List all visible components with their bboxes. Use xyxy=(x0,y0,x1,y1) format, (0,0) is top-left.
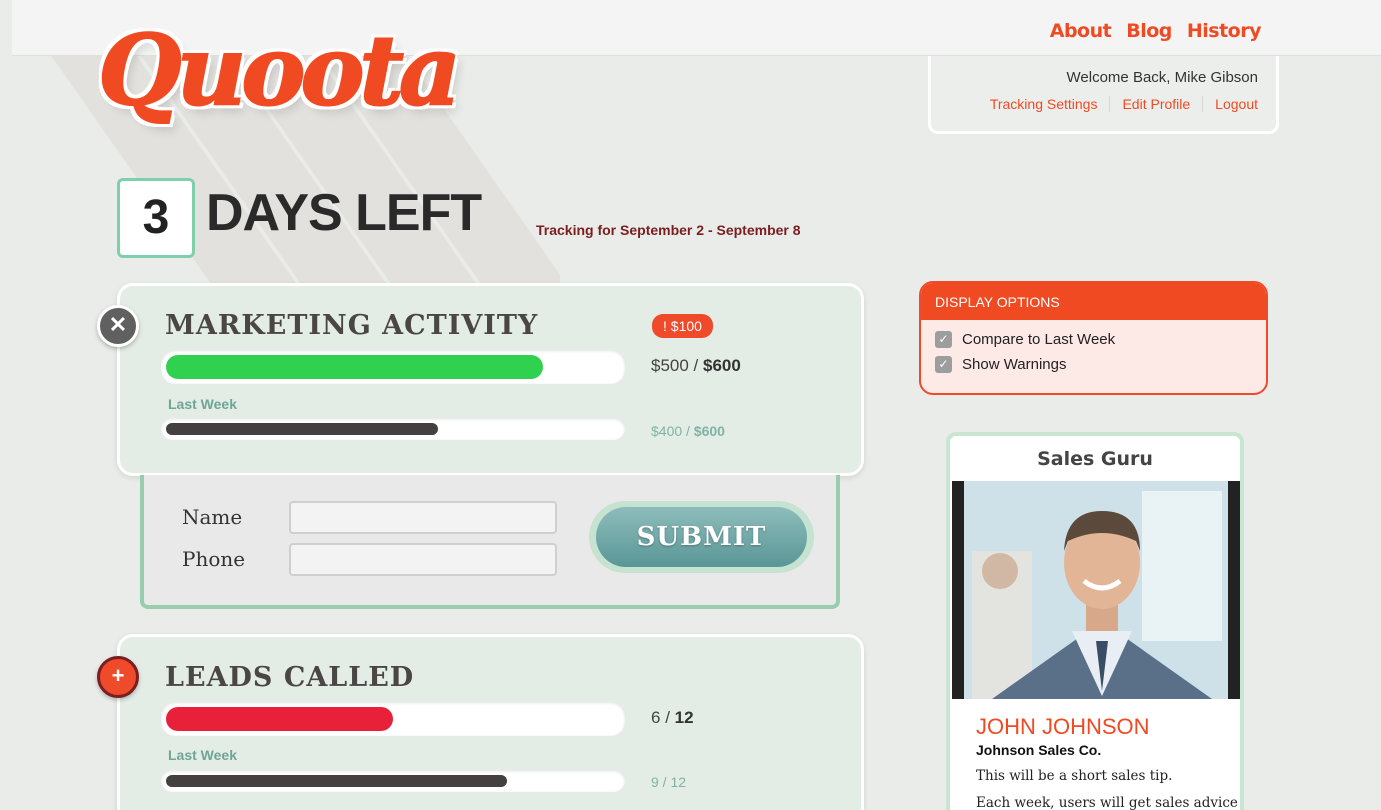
phone-label: Phone xyxy=(182,547,246,571)
logo-text: Quoota xyxy=(97,13,462,128)
progress-value: $500 / $600 xyxy=(651,356,741,375)
close-icon[interactable]: ✕ xyxy=(97,305,139,347)
logout-link[interactable]: Logout xyxy=(1202,96,1258,112)
logo[interactable]: Quoota xyxy=(97,6,478,151)
last-week-fill xyxy=(166,423,439,435)
last-goal-value: $600 xyxy=(693,423,725,439)
goal-value: $600 xyxy=(703,356,741,375)
submit-button[interactable]: SUBMIT xyxy=(596,507,807,567)
metric-card-marketing: MARKETING ACTIVITY ! $100 $500 / $600 La… xyxy=(117,283,864,476)
current-value: $500 xyxy=(651,356,689,375)
last-week-value: 9 / 12 xyxy=(651,774,687,790)
metric-title: LEADS CALLED xyxy=(165,662,415,693)
display-options-panel: DISPLAY OPTIONS ✓ Compare to Last Week ✓… xyxy=(919,281,1268,395)
user-links: Tracking Settings Edit Profile Logout xyxy=(978,96,1258,112)
tracking-range: Tracking for September 2 - September 8 xyxy=(536,222,801,238)
plus-icon[interactable]: + xyxy=(97,656,139,698)
progress-track xyxy=(161,350,625,384)
sales-guru-title: Sales Guru xyxy=(1037,448,1153,470)
progress-fill xyxy=(166,355,543,379)
nav-blog[interactable]: Blog xyxy=(1126,20,1172,42)
last-current-value: $400 xyxy=(651,423,683,439)
guru-company: Johnson Sales Co. xyxy=(976,742,1102,758)
lead-form: Name Phone SUBMIT xyxy=(140,475,840,609)
name-label: Name xyxy=(182,505,243,529)
days-left-label: DAYS LEFT xyxy=(206,184,482,242)
guru-name: JOHN JOHNSON xyxy=(976,714,1150,739)
display-options-title: DISPLAY OPTIONS xyxy=(921,283,1266,320)
guru-tip-line-2: Each week, users will get sales advice xyxy=(976,795,1238,810)
last-week-value: $400 / $600 xyxy=(651,423,725,439)
progress-value: 6 / 12 xyxy=(651,708,694,727)
checkbox-icon[interactable]: ✓ xyxy=(935,356,952,373)
last-goal-value: 12 xyxy=(670,774,687,790)
submit-wrap: SUBMIT xyxy=(589,501,814,573)
tracking-settings-link[interactable]: Tracking Settings xyxy=(978,96,1110,112)
guru-tip-line-1: This will be a short sales tip. xyxy=(976,768,1173,784)
last-week-label: Last Week xyxy=(168,396,237,412)
edit-profile-link[interactable]: Edit Profile xyxy=(1109,96,1202,112)
last-week-label: Last Week xyxy=(168,747,237,763)
guru-portrait-image xyxy=(952,481,1240,699)
current-value: 6 xyxy=(651,708,661,727)
main-nav: About Blog History xyxy=(1050,20,1262,42)
option-show-warnings[interactable]: ✓ Show Warnings xyxy=(935,356,1067,373)
metric-card-leads: LEADS CALLED 6 / 12 Last Week 9 / 12 xyxy=(117,634,864,810)
option-label: Show Warnings xyxy=(962,356,1067,373)
option-compare-last-week[interactable]: ✓ Compare to Last Week xyxy=(935,331,1115,348)
name-input[interactable] xyxy=(289,501,557,534)
last-week-track xyxy=(161,770,625,792)
last-week-fill xyxy=(166,775,507,787)
checkbox-icon[interactable]: ✓ xyxy=(935,331,952,348)
nav-about[interactable]: About xyxy=(1050,20,1112,42)
phone-input[interactable] xyxy=(289,543,557,576)
user-box: Welcome Back, Mike Gibson Tracking Setti… xyxy=(928,56,1279,134)
option-label: Compare to Last Week xyxy=(962,331,1116,348)
nav-history[interactable]: History xyxy=(1187,20,1262,42)
progress-track xyxy=(161,702,625,736)
progress-fill xyxy=(166,707,393,731)
welcome-text: Welcome Back, Mike Gibson xyxy=(1066,69,1258,86)
warning-badge: ! $100 xyxy=(652,314,713,338)
days-count: 3 xyxy=(117,178,195,258)
guru-photo xyxy=(952,481,1240,699)
metric-title: MARKETING ACTIVITY xyxy=(165,310,539,341)
last-current-value: 9 xyxy=(651,774,659,790)
sales-guru-card: Sales Guru JOHN JOHNSON Johnson Sales Co… xyxy=(946,432,1244,810)
goal-value: 12 xyxy=(674,708,694,727)
last-week-track xyxy=(161,418,625,440)
